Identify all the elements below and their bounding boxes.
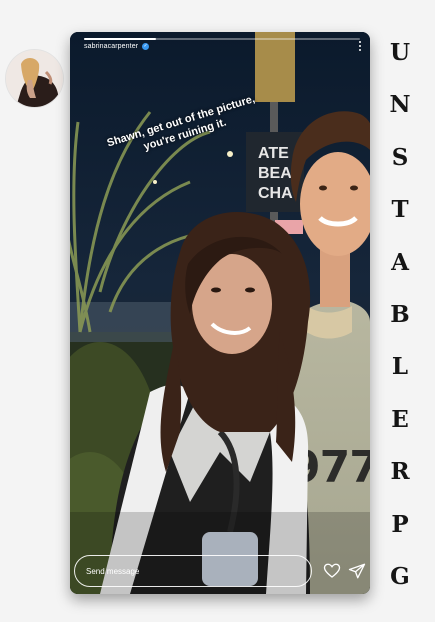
avatar-image	[6, 50, 63, 107]
more-options-icon[interactable]	[358, 41, 362, 51]
title-letter: S	[391, 143, 409, 171]
title-letter: L	[391, 353, 409, 381]
vertical-title: U N S T A B L E R P G	[385, 40, 415, 590]
story-progress-bar	[84, 38, 360, 40]
title-letter: R	[390, 458, 410, 486]
story-progress-fill	[84, 38, 156, 40]
send-message-placeholder: Send message	[86, 566, 140, 576]
verified-badge-icon: ✓	[142, 43, 150, 50]
title-letter: U	[389, 39, 411, 66]
heart-icon[interactable]	[323, 562, 341, 580]
svg-text:ATE: ATE	[258, 145, 289, 162]
title-letter: P	[391, 510, 409, 538]
title-letter: N	[389, 91, 411, 119]
title-letter: A	[391, 248, 409, 276]
title-letter: G	[390, 562, 410, 590]
svg-text:BEA: BEA	[258, 165, 292, 182]
story-card[interactable]: ATE BEA CHA 977 sabrinacarpenter ✓ Shawn…	[70, 32, 370, 594]
send-icon[interactable]	[348, 562, 366, 580]
background-sign: ATE BEA CHA	[258, 145, 293, 202]
svg-text:CHA: CHA	[258, 185, 293, 202]
send-message-input[interactable]: Send message	[74, 555, 312, 587]
title-letter: E	[391, 405, 409, 433]
title-letter: B	[390, 300, 410, 328]
title-letter: T	[391, 196, 409, 224]
story-header: sabrinacarpenter ✓	[84, 43, 150, 50]
profile-avatar[interactable]	[6, 50, 63, 107]
story-username[interactable]: sabrinacarpenter	[84, 43, 138, 50]
